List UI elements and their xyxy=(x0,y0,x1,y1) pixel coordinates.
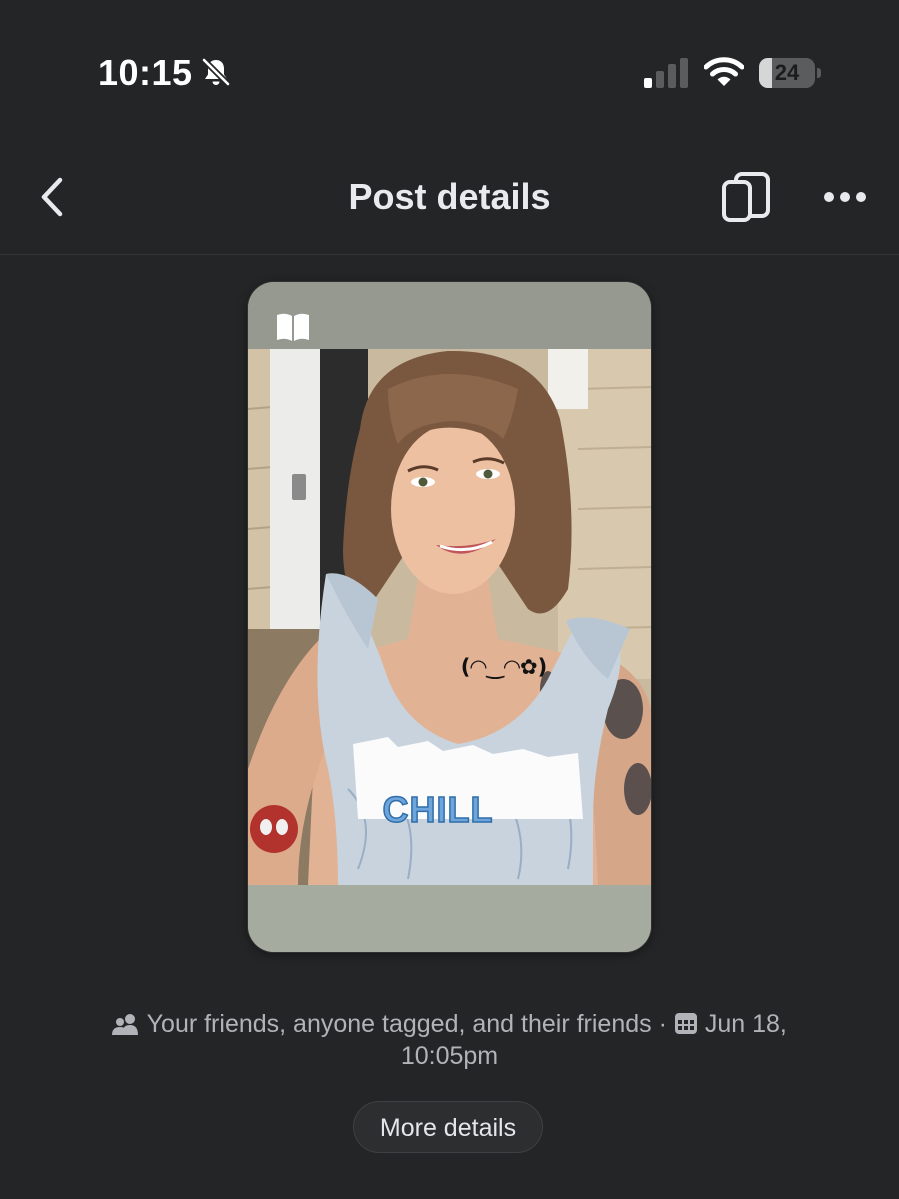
cellular-signal-icon xyxy=(644,58,688,88)
post-photo: (◠‿◠✿) CHILL xyxy=(248,349,651,885)
battery-level: 24 xyxy=(774,60,800,85)
battery-icon: 24 xyxy=(759,58,815,88)
chill-sticker: CHILL xyxy=(383,789,494,830)
post-details-screen: 10:15 24 Post details (◠‿◠✿) CHILL Your … xyxy=(0,0,899,1199)
status-bar: 10:15 24 xyxy=(0,0,899,120)
wifi-icon xyxy=(704,57,744,86)
calendar-icon xyxy=(674,1013,697,1034)
meta-separator: · xyxy=(658,1010,667,1038)
friends-icon xyxy=(112,1014,139,1035)
status-time: 10:15 xyxy=(98,52,193,93)
post-date: Jun 18, xyxy=(704,1010,787,1038)
post-meta: Your friends, anyone tagged, and their f… xyxy=(40,1008,859,1072)
card-bottom-bar xyxy=(248,885,651,952)
post-time: 10:05pm xyxy=(400,1042,499,1070)
more-horizontal-icon[interactable] xyxy=(818,176,872,218)
header-bar: Post details xyxy=(0,150,899,254)
switch-device-icon[interactable] xyxy=(716,168,776,228)
header-divider xyxy=(0,254,899,255)
emoticon-sticker: (◠‿◠✿) xyxy=(461,655,547,679)
battery-nub xyxy=(817,68,821,78)
book-icon xyxy=(277,313,309,341)
post-preview-card[interactable]: (◠‿◠✿) CHILL xyxy=(248,282,651,952)
bell-slash-icon xyxy=(201,57,231,87)
audience-text: Your friends, anyone tagged, and their f… xyxy=(146,1010,652,1038)
more-details-button[interactable]: More details xyxy=(353,1101,543,1153)
